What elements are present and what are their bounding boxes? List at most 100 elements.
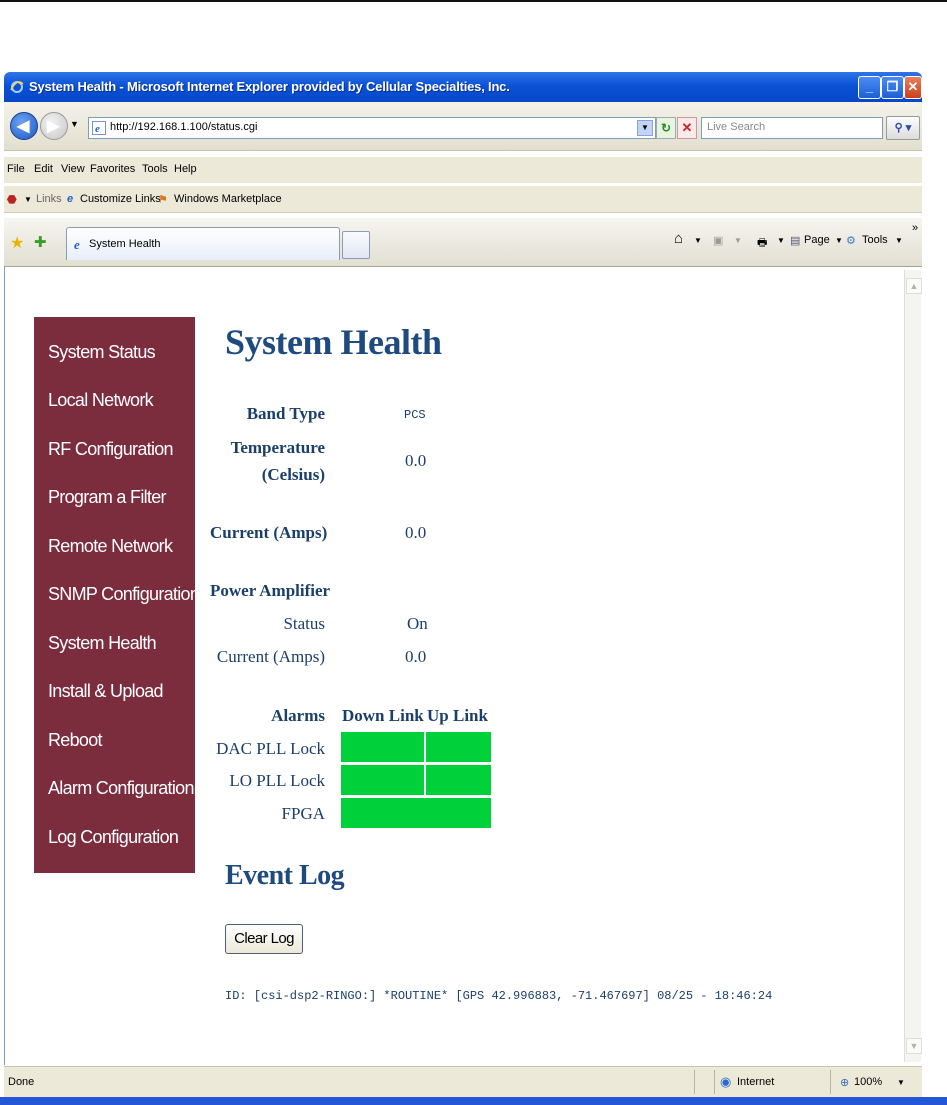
print-dropdown-icon[interactable]: ▼	[777, 236, 785, 245]
refresh-button[interactable]: ↻	[656, 117, 676, 139]
tab-title: System Health	[89, 238, 161, 250]
page-icon: ▤	[790, 235, 801, 247]
top-border	[0, 0, 947, 2]
temperature-value: 0.0	[405, 451, 427, 470]
tab-system-health[interactable]: e System Health	[66, 227, 340, 260]
dac-pll-downlink-status	[341, 732, 424, 762]
back-button[interactable]: ◀	[10, 112, 38, 140]
scroll-up-icon[interactable]: ▲	[906, 278, 922, 294]
alarm-row-label: FPGA	[281, 804, 325, 823]
ie-page-icon: e	[67, 193, 74, 205]
windows-flag-icon: ⚑	[158, 194, 168, 206]
forward-button[interactable]: ▶	[40, 112, 68, 140]
sidebar-item-snmp-configuration[interactable]: SNMP Configuration	[48, 584, 200, 605]
zoom-icon: ⊕	[840, 1077, 850, 1089]
forward-arrow-icon: ▶	[47, 118, 60, 135]
add-favorite-icon[interactable]: ✚	[34, 233, 47, 251]
sidebar-item-system-health[interactable]: System Health	[48, 633, 157, 654]
link-marketplace[interactable]: Windows Marketplace	[174, 193, 282, 205]
address-field[interactable]: e http://192.168.1.100/status.cgi ▼	[88, 117, 656, 139]
menu-help[interactable]: Help	[174, 163, 197, 175]
search-input[interactable]: Live Search	[701, 117, 883, 139]
menu-edit[interactable]: Edit	[34, 163, 53, 175]
vertical-scrollbar[interactable]: ▲ ▼	[904, 270, 922, 1062]
event-log-heading: Event Log	[225, 860, 345, 891]
maximize-button[interactable]: ❐	[881, 76, 904, 99]
page-menu[interactable]: Page	[804, 234, 830, 246]
home-dropdown-icon[interactable]: ▼	[694, 236, 702, 245]
sidebar-item-remote-network[interactable]: Remote Network	[48, 536, 173, 557]
clear-log-button[interactable]: Clear Log	[225, 924, 303, 954]
sidebar-item-log-configuration[interactable]: Log Configuration	[48, 827, 179, 848]
sidebar-item-reboot[interactable]: Reboot	[48, 730, 103, 751]
menu-favorites[interactable]: Favorites	[90, 163, 135, 175]
chevron-more-icon[interactable]: »	[912, 222, 918, 234]
status-divider	[694, 1070, 695, 1094]
alarm-row-label: LO PLL Lock	[229, 771, 325, 790]
status-bar: Done ◉ Internet ⊕ 100% ▼	[4, 1066, 922, 1097]
sidebar-item-local-network[interactable]: Local Network	[48, 390, 154, 411]
zoom-dropdown-icon[interactable]: ▼	[897, 1078, 905, 1087]
current-value: 0.0	[405, 523, 427, 542]
pa-current-label: Current (Amps)	[216, 647, 325, 666]
link-customize[interactable]: Customize Links	[80, 193, 161, 205]
tab-favicon-icon: e	[74, 237, 80, 251]
zoom-level[interactable]: 100%	[854, 1076, 882, 1088]
links-label[interactable]: Links	[36, 193, 62, 205]
alarms-header: Alarms	[271, 706, 325, 725]
svg-text:e: e	[95, 123, 100, 135]
back-arrow-icon: ◀	[17, 118, 30, 135]
print-icon[interactable]: 🖶	[757, 234, 767, 253]
pa-current-value: 0.0	[405, 647, 427, 666]
sidebar-item-alarm-configuration[interactable]: Alarm Configuration	[48, 778, 194, 799]
tools-dropdown-icon[interactable]: ▼	[895, 236, 903, 245]
uplink-column-header: Up Link	[427, 706, 488, 725]
page-dropdown-icon[interactable]: ▼	[835, 236, 843, 245]
sidebar-item-system-status[interactable]: System Status	[48, 342, 156, 363]
status-divider	[830, 1070, 831, 1094]
temperature-label: Temperature	[230, 438, 325, 457]
close-button[interactable]: ✕	[904, 76, 922, 99]
pa-status-label: Status	[283, 614, 325, 633]
temperature-unit-label: (Celsius)	[261, 465, 325, 484]
window-title-bar[interactable]: System Health - Microsoft Internet Explo…	[4, 72, 922, 102]
globe-icon: ◉	[720, 1074, 732, 1089]
svg-text:e: e	[74, 237, 80, 251]
sidebar-item-program-filter[interactable]: Program a Filter	[48, 487, 167, 508]
current-label: Current (Amps)	[210, 523, 328, 542]
address-toolbar: ◀ ▶ ▼ e http://192.168.1.100/status.cgi …	[4, 102, 922, 151]
feeds-icon[interactable]: ▣	[713, 234, 723, 247]
power-amplifier-label: Power Amplifier	[210, 581, 331, 600]
new-tab-button[interactable]	[342, 231, 370, 259]
search-button[interactable]: ⚲ ▾	[886, 116, 920, 140]
menu-file[interactable]: File	[7, 163, 25, 175]
favorites-star-icon[interactable]: ★	[10, 233, 24, 253]
dac-pll-uplink-status	[426, 732, 491, 762]
pa-status-value: On	[407, 614, 428, 633]
menu-view[interactable]: View	[61, 163, 85, 175]
sidebar-item-rf-configuration[interactable]: RF Configuration	[48, 439, 174, 460]
tabs-bar: ★ ✚ e System Health ⌂ ▼ ▣ ▼ 🖶 ▼ ▤ Page ▼…	[4, 218, 922, 267]
minimize-button[interactable]: _	[858, 76, 881, 99]
acrobat-icon[interactable]: ⬣	[7, 193, 17, 206]
menu-bar: File Edit View Favorites Tools Help	[4, 157, 922, 183]
feeds-dropdown-icon[interactable]: ▼	[734, 236, 742, 245]
acrobat-dropdown-icon[interactable]: ▼	[24, 195, 32, 204]
links-bar: ⬣ ▼ Links e Customize Links ⚑ Windows Ma…	[4, 186, 922, 213]
ie-logo-icon	[10, 81, 24, 93]
zone-label: Internet	[737, 1076, 775, 1088]
stop-button[interactable]: ✕	[677, 117, 697, 139]
window-title: System Health - Microsoft Internet Explo…	[29, 79, 510, 94]
address-dropdown-icon[interactable]: ▼	[637, 120, 653, 136]
sidebar-item-install-upload[interactable]: Install & Upload	[48, 681, 164, 702]
menu-tools[interactable]: Tools	[142, 163, 168, 175]
home-icon[interactable]: ⌂	[674, 230, 683, 247]
status-text: Done	[8, 1076, 35, 1088]
tools-menu[interactable]: Tools	[862, 234, 888, 246]
history-dropdown-icon[interactable]: ▼	[70, 119, 79, 129]
status-divider	[714, 1070, 715, 1094]
downlink-column-header: Down Link	[342, 706, 424, 725]
page-title: System Health	[225, 322, 442, 362]
scroll-down-icon[interactable]: ▼	[906, 1038, 922, 1054]
lo-pll-downlink-status	[341, 765, 424, 795]
